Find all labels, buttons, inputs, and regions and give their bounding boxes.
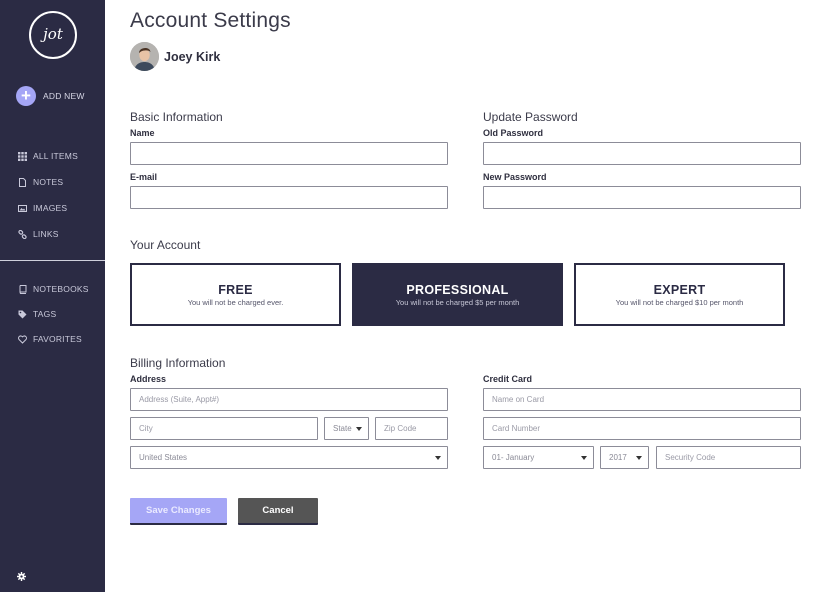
name-field[interactable]: [130, 142, 448, 165]
update-password-title: Update Password: [483, 110, 578, 124]
plan-expert-card[interactable]: EXPERT You will not be charged $10 per m…: [574, 263, 785, 326]
sidebar-item-label: FAVORITES: [33, 334, 82, 344]
zip-code-field[interactable]: [375, 417, 448, 440]
image-icon: [18, 204, 27, 212]
plan-description: You will not be charged $5 per month: [395, 298, 520, 307]
credit-card-label: Credit Card: [483, 374, 533, 384]
logo-text: jot: [43, 25, 63, 43]
old-password-field[interactable]: [483, 142, 801, 165]
new-password-field[interactable]: [483, 186, 801, 209]
sidebar-item-label: ALL ITEMS: [33, 151, 78, 161]
sidebar-item-links[interactable]: LINKS: [18, 229, 59, 239]
expiry-month-select[interactable]: 01- January: [483, 446, 594, 469]
link-icon: [18, 229, 27, 239]
expiry-year-select[interactable]: 2017: [600, 446, 649, 469]
city-field[interactable]: [130, 417, 318, 440]
billing-info-title: Billing Information: [130, 356, 226, 370]
email-field[interactable]: [130, 186, 448, 209]
sidebar-item-notes[interactable]: NOTES: [18, 177, 63, 187]
user-name: Joey Kirk: [164, 50, 221, 64]
sidebar-item-images[interactable]: IMAGES: [18, 203, 67, 213]
state-select-value: State: [333, 424, 352, 433]
name-label: Name: [130, 128, 155, 138]
basic-info-title: Basic Information: [130, 110, 223, 124]
sidebar-item-tags[interactable]: TAGS: [18, 309, 56, 319]
caret-down-icon: [636, 456, 642, 460]
sidebar-divider: [0, 260, 105, 261]
sidebar-item-all-items[interactable]: ALL ITEMS: [18, 151, 78, 161]
tag-icon: [18, 310, 27, 318]
plan-professional-card[interactable]: PROFESSIONAL You will not be charged $5 …: [352, 263, 563, 326]
new-password-label: New Password: [483, 172, 547, 182]
plan-description: You will not be charged ever.: [187, 298, 284, 307]
old-password-label: Old Password: [483, 128, 544, 138]
plan-free-card[interactable]: FREE You will not be charged ever.: [130, 263, 341, 326]
security-code-field[interactable]: [656, 446, 801, 469]
country-select-value: United States: [139, 453, 188, 462]
sidebar-item-label: TAGS: [33, 309, 57, 319]
country-select[interactable]: United States: [130, 446, 448, 469]
main-content: Account Settings Joey Kirk Basic Informa…: [105, 0, 834, 592]
your-account-title: Your Account: [130, 238, 201, 252]
heart-icon: [18, 334, 27, 344]
sidebar-item-label: NOTEBOOKS: [33, 284, 89, 294]
sidebar-item-favorites[interactable]: FAVORITES: [18, 334, 82, 344]
user-avatar-image: [130, 42, 159, 71]
save-changes-button[interactable]: Save Changes: [130, 498, 227, 525]
name-on-card-field[interactable]: [483, 388, 801, 411]
plan-description: You will not be charged $10 per month: [615, 298, 744, 307]
sidebar-item-label: IMAGES: [33, 203, 68, 213]
jot-logo[interactable]: jot: [29, 11, 77, 59]
plan-name: PROFESSIONAL: [406, 283, 509, 297]
year-select-value: 2017: [609, 453, 627, 462]
add-new-button[interactable]: + ADD NEW: [16, 86, 85, 106]
state-select[interactable]: State: [324, 417, 369, 440]
avatar[interactable]: [130, 42, 159, 71]
caret-down-icon: [581, 456, 587, 460]
card-number-field[interactable]: [483, 417, 801, 440]
grid-icon: [18, 151, 27, 161]
caret-down-icon: [356, 427, 362, 431]
sidebar: jot + ADD NEW ALL ITEMS NOTES IMAGES LIN…: [0, 0, 105, 592]
address-field[interactable]: [130, 388, 448, 411]
plan-name: EXPERT: [653, 283, 706, 297]
sidebar-item-label: LINKS: [33, 229, 59, 239]
caret-down-icon: [435, 456, 441, 460]
add-new-label: ADD NEW: [43, 91, 85, 101]
sidebar-item-label: NOTES: [33, 177, 64, 187]
cancel-button[interactable]: Cancel: [238, 498, 318, 525]
sidebar-item-notebooks[interactable]: NOTEBOOKS: [18, 284, 89, 294]
gear-icon[interactable]: [17, 572, 26, 581]
page-title: Account Settings: [130, 9, 291, 32]
email-label: E-mail: [130, 172, 158, 182]
file-icon: [19, 177, 26, 187]
month-select-value: 01- January: [492, 453, 535, 462]
address-label: Address: [130, 374, 167, 384]
plus-icon: +: [16, 86, 36, 106]
book-icon: [19, 284, 27, 294]
plan-name: FREE: [218, 283, 253, 297]
